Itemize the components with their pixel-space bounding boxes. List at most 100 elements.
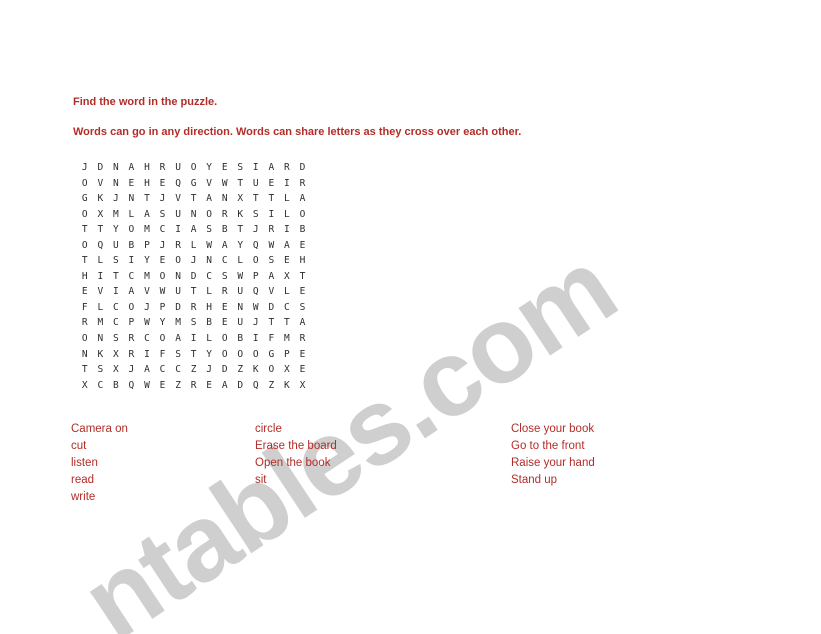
- grid-cell[interactable]: O: [77, 176, 93, 192]
- grid-cell[interactable]: V: [170, 191, 186, 207]
- grid-cell[interactable]: Q: [248, 378, 264, 394]
- grid-cell[interactable]: O: [264, 362, 280, 378]
- grid-cell[interactable]: I: [108, 284, 124, 300]
- grid-cell[interactable]: U: [248, 176, 264, 192]
- grid-cell[interactable]: I: [186, 331, 202, 347]
- grid-cell[interactable]: X: [108, 347, 124, 363]
- grid-cell[interactable]: T: [264, 315, 280, 331]
- grid-cell[interactable]: R: [77, 315, 93, 331]
- grid-cell[interactable]: Z: [170, 378, 186, 394]
- grid-cell[interactable]: N: [186, 207, 202, 223]
- grid-cell[interactable]: R: [279, 160, 295, 176]
- grid-cell[interactable]: T: [77, 222, 93, 238]
- grid-cell[interactable]: M: [139, 222, 155, 238]
- grid-cell[interactable]: G: [77, 191, 93, 207]
- grid-cell[interactable]: A: [264, 160, 280, 176]
- grid-cell[interactable]: Y: [155, 315, 171, 331]
- grid-cell[interactable]: A: [295, 191, 311, 207]
- grid-cell[interactable]: K: [232, 207, 248, 223]
- grid-cell[interactable]: T: [186, 191, 202, 207]
- grid-cell[interactable]: I: [248, 160, 264, 176]
- grid-cell[interactable]: L: [186, 238, 202, 254]
- grid-cell[interactable]: W: [232, 269, 248, 285]
- grid-cell[interactable]: P: [124, 315, 140, 331]
- grid-cell[interactable]: V: [139, 284, 155, 300]
- grid-cell[interactable]: O: [217, 331, 233, 347]
- grid-cell[interactable]: X: [108, 362, 124, 378]
- grid-cell[interactable]: X: [93, 207, 109, 223]
- grid-cell[interactable]: W: [217, 176, 233, 192]
- grid-cell[interactable]: N: [108, 176, 124, 192]
- grid-cell[interactable]: H: [295, 253, 311, 269]
- grid-cell[interactable]: N: [201, 253, 217, 269]
- grid-cell[interactable]: R: [295, 176, 311, 192]
- grid-cell[interactable]: R: [264, 222, 280, 238]
- grid-cell[interactable]: L: [279, 207, 295, 223]
- grid-cell[interactable]: C: [201, 269, 217, 285]
- grid-cell[interactable]: X: [295, 378, 311, 394]
- grid-cell[interactable]: N: [232, 300, 248, 316]
- grid-cell[interactable]: A: [201, 191, 217, 207]
- grid-cell[interactable]: S: [108, 331, 124, 347]
- grid-cell[interactable]: Z: [232, 362, 248, 378]
- grid-cell[interactable]: T: [186, 347, 202, 363]
- grid-cell[interactable]: E: [295, 284, 311, 300]
- grid-cell[interactable]: J: [201, 362, 217, 378]
- grid-cell[interactable]: B: [295, 222, 311, 238]
- grid-cell[interactable]: L: [232, 253, 248, 269]
- grid-cell[interactable]: O: [248, 253, 264, 269]
- grid-cell[interactable]: T: [279, 315, 295, 331]
- grid-cell[interactable]: E: [217, 315, 233, 331]
- grid-cell[interactable]: E: [155, 378, 171, 394]
- grid-cell[interactable]: J: [155, 191, 171, 207]
- grid-cell[interactable]: Z: [186, 362, 202, 378]
- grid-cell[interactable]: C: [217, 253, 233, 269]
- grid-cell[interactable]: S: [155, 207, 171, 223]
- grid-cell[interactable]: L: [93, 300, 109, 316]
- grid-cell[interactable]: P: [248, 269, 264, 285]
- grid-cell[interactable]: V: [201, 176, 217, 192]
- grid-cell[interactable]: A: [279, 238, 295, 254]
- grid-cell[interactable]: S: [295, 300, 311, 316]
- grid-cell[interactable]: U: [232, 284, 248, 300]
- grid-cell[interactable]: Q: [248, 284, 264, 300]
- grid-cell[interactable]: W: [139, 315, 155, 331]
- grid-cell[interactable]: I: [264, 207, 280, 223]
- grid-cell[interactable]: Q: [124, 378, 140, 394]
- grid-cell[interactable]: Q: [170, 176, 186, 192]
- grid-cell[interactable]: T: [139, 191, 155, 207]
- grid-cell[interactable]: C: [155, 222, 171, 238]
- grid-cell[interactable]: W: [139, 378, 155, 394]
- grid-cell[interactable]: O: [77, 331, 93, 347]
- grid-cell[interactable]: C: [108, 300, 124, 316]
- grid-cell[interactable]: N: [124, 191, 140, 207]
- grid-cell[interactable]: A: [217, 238, 233, 254]
- grid-cell[interactable]: L: [93, 253, 109, 269]
- grid-cell[interactable]: I: [248, 331, 264, 347]
- grid-cell[interactable]: D: [232, 378, 248, 394]
- grid-cell[interactable]: S: [264, 253, 280, 269]
- grid-cell[interactable]: M: [279, 331, 295, 347]
- grid-cell[interactable]: U: [170, 160, 186, 176]
- grid-cell[interactable]: L: [124, 207, 140, 223]
- grid-cell[interactable]: C: [93, 378, 109, 394]
- grid-cell[interactable]: E: [217, 160, 233, 176]
- grid-cell[interactable]: O: [77, 207, 93, 223]
- grid-cell[interactable]: P: [155, 300, 171, 316]
- grid-cell[interactable]: H: [201, 300, 217, 316]
- grid-cell[interactable]: K: [279, 378, 295, 394]
- grid-cell[interactable]: K: [93, 347, 109, 363]
- grid-cell[interactable]: T: [295, 269, 311, 285]
- grid-cell[interactable]: Q: [248, 238, 264, 254]
- grid-cell[interactable]: F: [155, 347, 171, 363]
- grid-cell[interactable]: S: [217, 269, 233, 285]
- grid-cell[interactable]: I: [124, 253, 140, 269]
- grid-cell[interactable]: Y: [139, 253, 155, 269]
- grid-cell[interactable]: O: [155, 269, 171, 285]
- grid-cell[interactable]: V: [93, 176, 109, 192]
- grid-cell[interactable]: R: [217, 207, 233, 223]
- grid-cell[interactable]: I: [279, 222, 295, 238]
- grid-cell[interactable]: C: [124, 269, 140, 285]
- grid-cell[interactable]: J: [248, 315, 264, 331]
- grid-cell[interactable]: E: [295, 362, 311, 378]
